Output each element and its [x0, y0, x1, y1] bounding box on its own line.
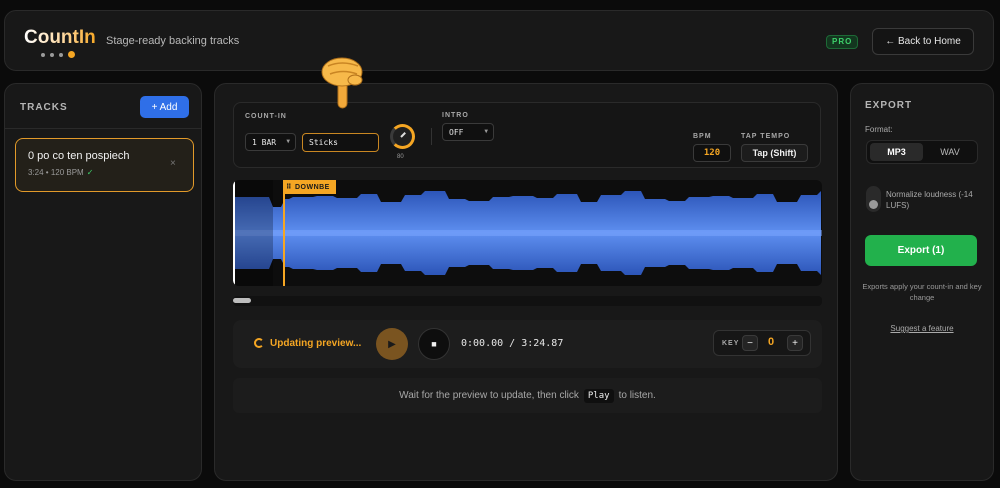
export-panel: EXPORT Format: MP3 WAV Normalize loudnes… [850, 83, 994, 481]
app-logo[interactable]: CountIn [24, 27, 96, 49]
key-value: 0 [768, 336, 775, 348]
play-button[interactable]: ▶ [376, 328, 408, 360]
format-toggle: MP3 WAV [866, 140, 978, 164]
track-list-item[interactable]: 0 po co ten pospiech 3:24 • 120 BPM ✓ × [15, 138, 194, 192]
downbeat-marker[interactable]: ⠿ DOWNBE [284, 180, 336, 194]
loading-spinner-icon [254, 338, 264, 348]
export-button[interactable]: Export (1) [865, 235, 977, 266]
key-control: KEY − 0 + [713, 330, 811, 356]
chevron-down-icon: ▼ [286, 138, 290, 145]
scrollbar-thumb[interactable] [233, 298, 251, 303]
remove-track-icon[interactable]: × [170, 158, 176, 169]
divider [431, 128, 432, 145]
playback-time: 0:00.00 / 3:24.87 [461, 338, 564, 349]
app-tagline: Stage-ready backing tracks [106, 35, 240, 47]
hint-play-keyword: Play [583, 388, 614, 403]
export-title: EXPORT [865, 100, 913, 111]
waveform-view[interactable]: ⠿ DOWNBE [233, 180, 822, 286]
pro-badge: PRO [826, 35, 859, 49]
downbeat-label: DOWNBE [294, 183, 330, 191]
hint-text-after: to listen. [618, 390, 656, 401]
count-in-select[interactable]: 1 BAR ▼ [245, 133, 296, 151]
pointing-hand-icon [321, 57, 363, 109]
preview-hint: Wait for the preview to update, then cli… [233, 378, 822, 413]
volume-knob[interactable] [390, 124, 415, 149]
export-note: Exports apply your count-in and key chan… [862, 282, 982, 302]
track-duration-bpm: 3:24 • 120 BPM [28, 168, 84, 177]
waveform-center [233, 230, 822, 236]
logo-dots-icon [41, 51, 75, 58]
add-track-button[interactable]: + Add [140, 96, 189, 118]
editor-panel: COUNT-IN 1 BAR ▼ Sticks 80 INTRO OFF ▼ BPM… [214, 83, 838, 481]
normalize-label: Normalize loudness (-14 LUFS) [886, 190, 973, 210]
waveform-graphic [233, 180, 822, 286]
key-up-button[interactable]: + [787, 335, 803, 351]
count-in-label: COUNT-IN [245, 113, 287, 120]
normalize-toggle[interactable] [866, 186, 881, 212]
tap-tempo-button[interactable]: Tap (Shift) [741, 144, 808, 162]
preview-status: Updating preview... [270, 338, 362, 349]
suggest-feature-link[interactable]: Suggest a feature [861, 324, 983, 333]
back-to-home-button[interactable]: ← Back to Home [872, 28, 974, 55]
volume-value: 80 [397, 154, 404, 160]
bpm-label: BPM [693, 133, 712, 140]
count-in-sound-input[interactable]: Sticks [302, 133, 379, 152]
transport-bar: Updating preview... ▶ ■ 0:00.00 / 3:24.8… [233, 320, 822, 368]
track-name: 0 po co ten pospiech [28, 150, 130, 162]
key-label: KEY [722, 340, 740, 347]
tracks-title: TRACKS [20, 102, 68, 113]
app-header: CountIn Stage-ready backing tracks PRO ←… [4, 10, 994, 71]
waveform-scrollbar[interactable] [233, 296, 822, 306]
tracks-panel: TRACKS + Add 0 po co ten pospiech 3:24 •… [4, 83, 202, 481]
intro-value: OFF [449, 127, 464, 137]
format-mp3-option[interactable]: MP3 [870, 143, 923, 161]
format-label: Format: [865, 125, 893, 134]
hint-text-before: Wait for the preview to update, then cli… [399, 390, 579, 401]
format-wav-option[interactable]: WAV [925, 143, 975, 161]
toggle-knob [869, 200, 878, 209]
tap-tempo-label: TAP TEMPO [741, 133, 791, 140]
count-in-region [233, 180, 273, 286]
drag-handle-icon: ⠿ [286, 184, 292, 191]
chevron-down-icon: ▼ [484, 128, 488, 135]
check-icon: ✓ [86, 168, 94, 177]
bpm-input[interactable]: 120 [693, 144, 731, 162]
downbeat-line[interactable] [283, 180, 285, 286]
playhead[interactable] [233, 180, 235, 286]
intro-select[interactable]: OFF ▼ [442, 123, 494, 141]
count-in-value: 1 BAR [252, 137, 277, 147]
count-in-controls: COUNT-IN 1 BAR ▼ Sticks 80 INTRO OFF ▼ BPM… [233, 102, 821, 168]
track-meta: 3:24 • 120 BPM ✓ [28, 168, 93, 177]
key-down-button[interactable]: − [742, 335, 758, 351]
stop-button[interactable]: ■ [418, 328, 450, 360]
intro-label: INTRO [442, 112, 469, 119]
divider [5, 128, 201, 129]
